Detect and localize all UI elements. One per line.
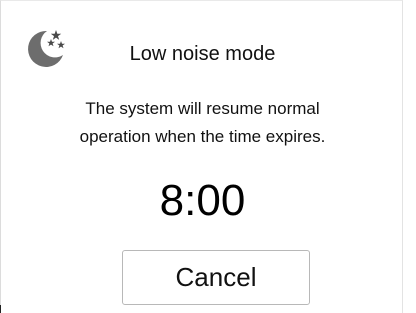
countdown-timer: 8:00 xyxy=(159,176,246,225)
dialog-title: Low noise mode xyxy=(129,43,276,65)
low-noise-dialog: Low noise mode The system will resume no… xyxy=(0,0,403,313)
dialog-message: The system will resume normal operation … xyxy=(79,99,326,146)
window-edge-divider xyxy=(0,305,1,313)
cancel-button[interactable]: Cancel xyxy=(122,250,310,305)
